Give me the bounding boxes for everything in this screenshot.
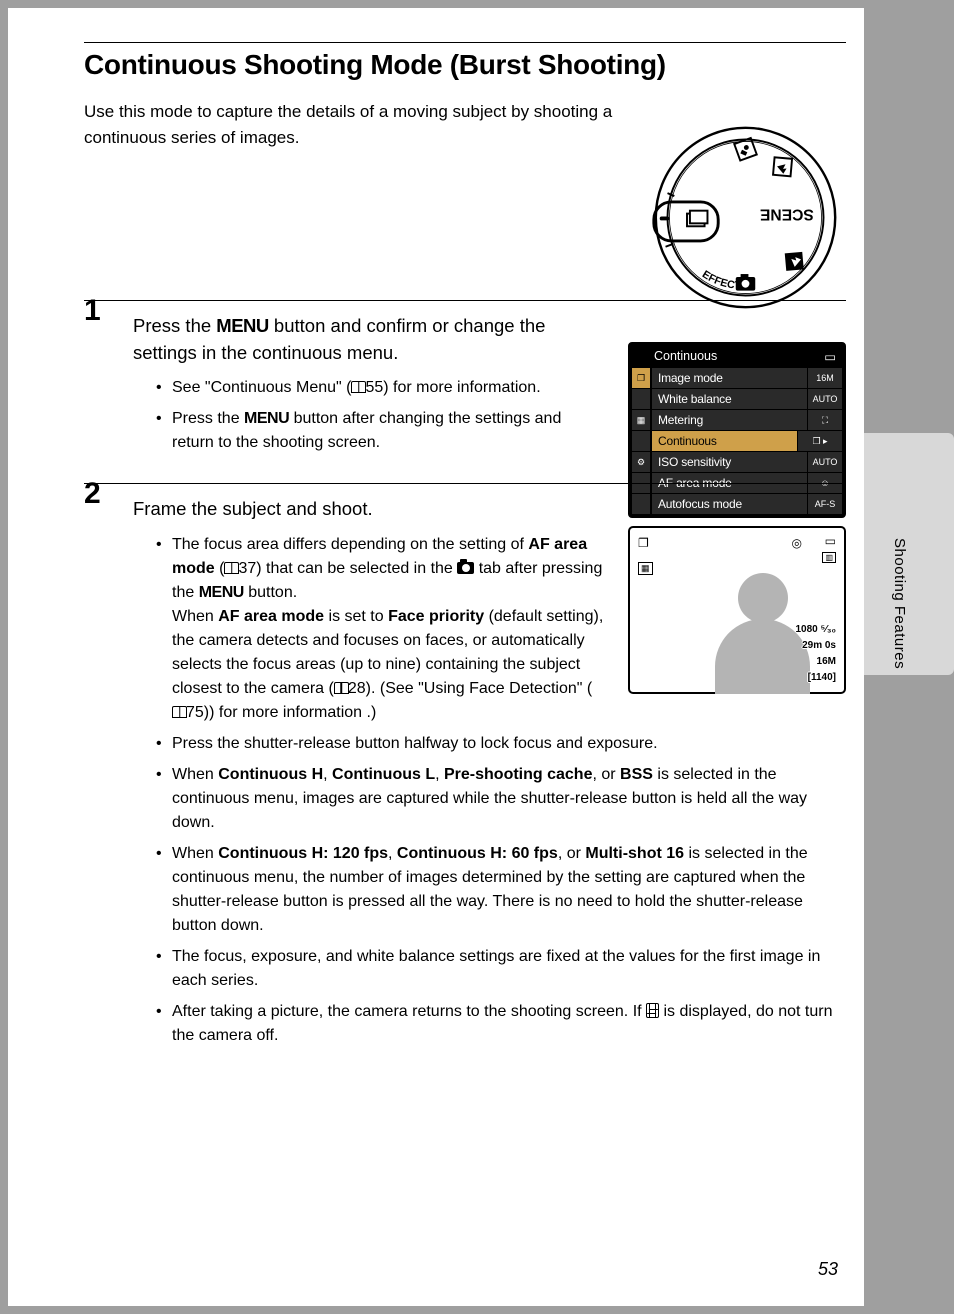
bullet: The focus area differs depending on the … (156, 533, 846, 725)
bullet: When Continuous H: 120 fps, Continuous H… (156, 842, 846, 938)
hourglass-icon (646, 1003, 659, 1018)
manual-page: Shooting Features Continuous Shooting Mo… (8, 8, 864, 1306)
step-heading: Frame the subject and shoot. (133, 496, 604, 523)
section-rule (84, 483, 846, 484)
page-ref-icon (334, 682, 349, 694)
step-number: 1 (84, 294, 101, 328)
bullet: When Continuous H, Continuous L, Pre-sho… (156, 763, 846, 835)
mode-dial-illustration: SCENE EFFECTS (648, 120, 843, 315)
page-ref-icon (351, 381, 366, 393)
section-label: Shooting Features (891, 538, 908, 669)
step-heading: Press the MENU button and confirm or cha… (133, 313, 604, 367)
camera-tab-icon (457, 562, 474, 574)
bullet: After taking a picture, the camera retur… (156, 1000, 846, 1048)
bullet: Press the shutter-release button halfway… (156, 732, 846, 756)
page-number: 53 (818, 1259, 838, 1280)
bullet: The focus, exposure, and white balance s… (156, 945, 846, 993)
title-rule (84, 42, 846, 43)
page-ref-icon (172, 706, 187, 718)
side-tab (864, 433, 954, 675)
bullet: See "Continuous Menu" (55) for more info… (156, 376, 604, 400)
step-number: 2 (84, 477, 101, 511)
section-rule (84, 300, 846, 301)
menu-button-label: MENU (216, 315, 268, 336)
menu-button-label: MENU (199, 584, 244, 601)
svg-text:SCENE: SCENE (760, 206, 814, 223)
bullet: Press the MENU button after changing the… (156, 407, 604, 455)
intro-paragraph: Use this mode to capture the details of … (84, 99, 614, 152)
menu-button-label: MENU (244, 410, 289, 427)
page-ref-icon (224, 562, 239, 574)
page-title: Continuous Shooting Mode (Burst Shooting… (84, 49, 864, 81)
